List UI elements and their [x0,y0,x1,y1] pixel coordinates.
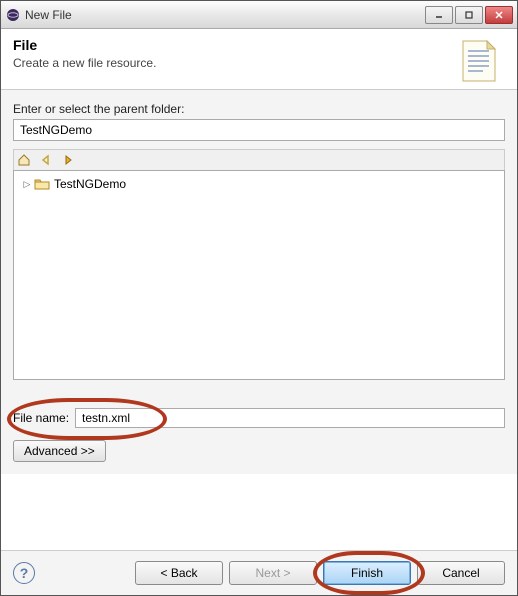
tree-toolbar [13,149,505,170]
filename-label: File name: [13,411,69,425]
finish-button[interactable]: Finish [323,561,411,585]
help-icon[interactable]: ? [13,562,35,584]
folder-tree[interactable]: ▷ TestNGDemo [13,170,505,380]
dialog-button-bar: ? < Back Next > Finish Cancel [1,550,517,595]
home-icon[interactable] [16,152,32,168]
back-arrow-icon[interactable] [38,152,54,168]
window-title: New File [25,8,425,22]
dialog-content: Enter or select the parent folder: ▷ Tes… [1,90,517,474]
filename-input[interactable] [75,408,505,428]
window-controls [425,6,513,24]
cancel-button[interactable]: Cancel [417,561,505,585]
maximize-button[interactable] [455,6,483,24]
eclipse-icon [5,7,21,23]
tree-expander-icon[interactable]: ▷ [22,179,32,189]
minimize-button[interactable] [425,6,453,24]
tree-item-label: TestNGDemo [54,177,126,191]
tree-item[interactable]: ▷ TestNGDemo [18,175,500,193]
parent-folder-input[interactable] [13,119,505,141]
dialog-header: File Create a new file resource. [1,29,517,90]
advanced-button[interactable]: Advanced >> [13,440,106,462]
header-title: File [13,37,449,53]
next-button[interactable]: Next > [229,561,317,585]
forward-arrow-icon[interactable] [60,152,76,168]
back-button[interactable]: < Back [135,561,223,585]
header-description: Create a new file resource. [13,56,449,70]
file-wizard-icon [457,37,505,85]
parent-folder-label: Enter or select the parent folder: [13,102,505,116]
titlebar: New File [1,1,517,29]
close-button[interactable] [485,6,513,24]
folder-icon [34,176,50,192]
